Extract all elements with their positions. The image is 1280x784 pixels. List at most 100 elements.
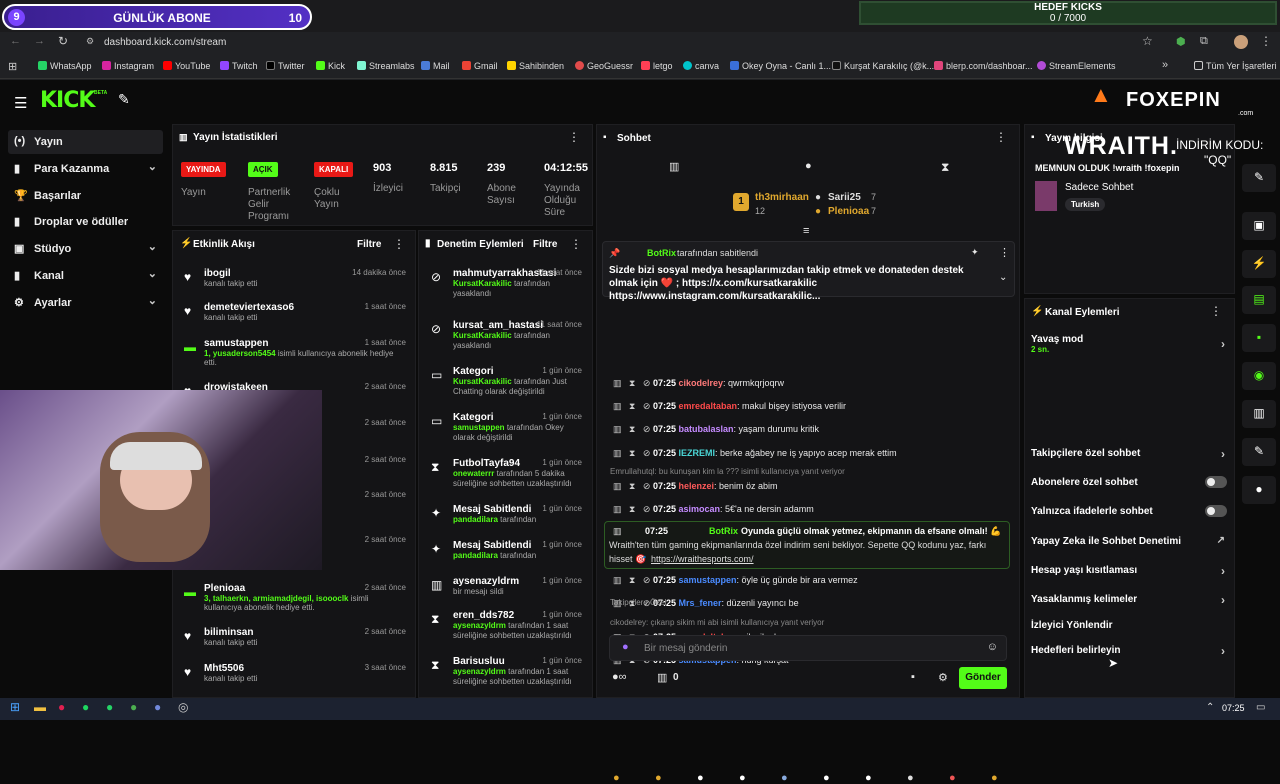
sidebar-item-ayarlar[interactable]: ⚙ Ayarlar ⌄ [8,291,163,315]
msg-user[interactable]: samustappen [678,575,736,585]
bookmark-blerp[interactable]: blerp.com/dashboar... [934,61,1033,71]
forward-icon[interactable]: → [34,35,45,47]
sidebar-item-para-kazanma[interactable]: ▮ Para Kazanma ⌄ [8,157,163,181]
wrench-tool-button[interactable]: ✎ [1242,438,1276,466]
channel-action-row[interactable]: Yalnızca ifadelerle sohbet [1031,505,1227,517]
emote-icon[interactable]: ● [655,772,662,784]
delete-icon[interactable]: ▥ [613,424,622,434]
mod-action-item[interactable]: ⊘ mahmutyarrakhastasi KursatKarakilic tara… [428,268,582,299]
bookmark-letgo[interactable]: letgo [641,61,673,71]
msg-user[interactable]: asimocan [678,504,720,514]
emote-icon[interactable]: ● [823,772,830,784]
chat-tool-button[interactable]: ▪ [1242,324,1276,352]
slow-mode-row[interactable]: Yavaş mod 2 sn. › [1031,334,1227,354]
windows-start-icon[interactable]: ⊞ [10,700,20,714]
shield-icon[interactable]: ⬢ [1176,35,1186,48]
toggle-switch[interactable] [1205,476,1227,488]
activity-item[interactable]: ♥ ibogil kanalı takip etti 14 dakika önce [182,268,406,288]
bookmark-kick[interactable]: Kick [316,61,345,71]
gift-icon[interactable]: ▥ [657,671,667,684]
reload-icon[interactable]: ↻ [58,34,68,48]
mod-action-item[interactable]: ▭ Kategori KursatKarakilic tarafından Just… [428,366,582,397]
emote-icon[interactable]: ● [781,772,788,784]
users-tool-button[interactable]: ● [1242,476,1276,504]
activity-item[interactable]: ▬ samustappen 1, yusaderson5454 isimli kul… [182,338,406,367]
bookmark-mail[interactable]: Mail [421,61,450,71]
whatsapp-icon[interactable]: ● [106,700,113,714]
broadcast-tool-button[interactable]: ◉ [1242,362,1276,390]
pinned-menu-icon[interactable]: ⋮ [999,246,1010,259]
bookmark-twitch[interactable]: Twitch [220,61,258,71]
emote-icon[interactable]: ● [613,772,620,784]
chrome-icon[interactable]: ● [130,700,137,714]
emote-icon[interactable]: ● [991,772,998,784]
emote-icon[interactable]: ● [739,772,746,784]
apps-icon[interactable]: ⊞ [8,60,17,73]
bookmark-okey[interactable]: Okey Oyna - Canlı 1... [730,61,831,71]
delete-icon[interactable]: ▥ [613,378,622,388]
timeout-icon[interactable]: ⧗ [629,504,635,514]
channel-action-row[interactable]: Yasaklanmış kelimeler › [1031,593,1227,607]
timeout-icon[interactable]: ⧗ [629,378,635,388]
app-icon[interactable]: ● [58,700,65,714]
mod-menu-icon[interactable]: ⋮ [570,237,582,251]
delete-icon[interactable]: ▥ [613,401,622,411]
bookmark-geoguessr[interactable]: GeoGuessr [575,61,633,71]
bookmark-instagram[interactable]: Instagram [102,61,154,71]
site-info-icon[interactable]: ⚙ [86,36,94,47]
delete-icon[interactable]: ▥ [613,575,622,585]
msg-user[interactable]: cikodelrey [678,378,723,388]
bookmark-sahibinden[interactable]: Sahibinden [507,61,564,71]
emote-icon[interactable]: ● [865,772,872,784]
msg-user[interactable]: IEZREMI [678,448,715,458]
people-infinity-icon[interactable]: ●∞ [612,671,627,683]
bookmark-star-icon[interactable]: ☆ [1142,34,1153,48]
sidebar-item-studyo[interactable]: ▣ Stüdyo ⌄ [8,237,163,261]
msg-link[interactable]: https://wraithesports.com/ [651,554,754,564]
bookmark-youtube[interactable]: YouTube [163,61,210,71]
activity-menu-icon[interactable]: ⋮ [393,237,405,251]
tray-chevron-icon[interactable]: ⌃ [1206,702,1214,713]
emote-icon[interactable]: ● [907,772,914,784]
activity-filter-button[interactable]: Filtre [357,239,381,250]
gear-icon[interactable]: ⚙ [938,671,948,684]
bookmark-tiktok[interactable]: Kurşat Karakılıç (@k... [832,61,934,71]
edit-tool-button[interactable]: ✎ [1242,164,1276,192]
ban-icon[interactable]: ⊘ [643,481,651,491]
emote-icon[interactable]: ● [949,772,956,784]
extensions-icon[interactable]: ⧉ [1200,35,1208,48]
mod-action-item[interactable]: ⊘ kursat_am_hastasi KursatKarakilic tarafı… [428,320,582,351]
chat-settings-icon[interactable]: ▪ [911,671,915,683]
chat-menu-icon[interactable]: ⋮ [995,130,1007,144]
notes-button[interactable]: ▤ [1242,286,1276,314]
delete-icon[interactable]: ▥ [613,504,622,514]
channel-action-row[interactable]: Yapay Zeka ile Sohbet Denetimi ↗ [1031,535,1227,547]
bookmark-canva[interactable]: canva [683,61,719,71]
sidebar-item-yayin[interactable]: (•) Yayın [8,130,163,154]
timer-icon[interactable]: ⧗ [941,160,949,175]
msg-user[interactable]: emredaltaban [678,401,737,411]
mod-action-item[interactable]: ⧗ eren_dds782 aysenazyldrm tarafından 1 sa… [428,610,582,641]
delete-icon[interactable]: ▥ [613,526,622,537]
kick-logo[interactable]: KICK [40,88,95,113]
sidebar-item-kanal[interactable]: ▮ Kanal ⌄ [8,264,163,288]
delete-icon[interactable]: ▥ [613,448,622,458]
ban-icon[interactable]: ⊘ [643,448,651,458]
bookmark-streamelements[interactable]: StreamElements [1037,61,1116,71]
ban-icon[interactable]: ⊘ [643,424,651,434]
channel-actions-menu-icon[interactable]: ⋮ [1210,304,1222,318]
bookmark-whatsapp[interactable]: WhatsApp [38,61,92,71]
emoji-icon[interactable]: ☺ [987,641,998,653]
timeout-icon[interactable]: ⧗ [629,481,635,491]
hamburger-menu-icon[interactable]: ☰ [14,94,27,112]
discord-icon[interactable]: ● [154,700,161,714]
ban-icon[interactable]: ⊘ [643,378,651,388]
channel-action-row[interactable]: Hesap yaşı kısıtlaması › [1031,564,1227,578]
activity-item[interactable]: ♥ demeteviertexaso6 kanalı takip etti 1 saa… [182,302,406,322]
bookmark-gmail[interactable]: Gmail [462,61,498,71]
mod-action-item[interactable]: ⧗ Barisusluu aysenazyldrm tarafından 1 saa… [428,656,582,687]
ban-icon[interactable]: ⊘ [643,401,651,411]
chat-bubble-icon[interactable]: ● [805,160,812,172]
emote-icon[interactable]: ● [697,772,704,784]
trash-icon[interactable]: ▥ [669,160,679,173]
